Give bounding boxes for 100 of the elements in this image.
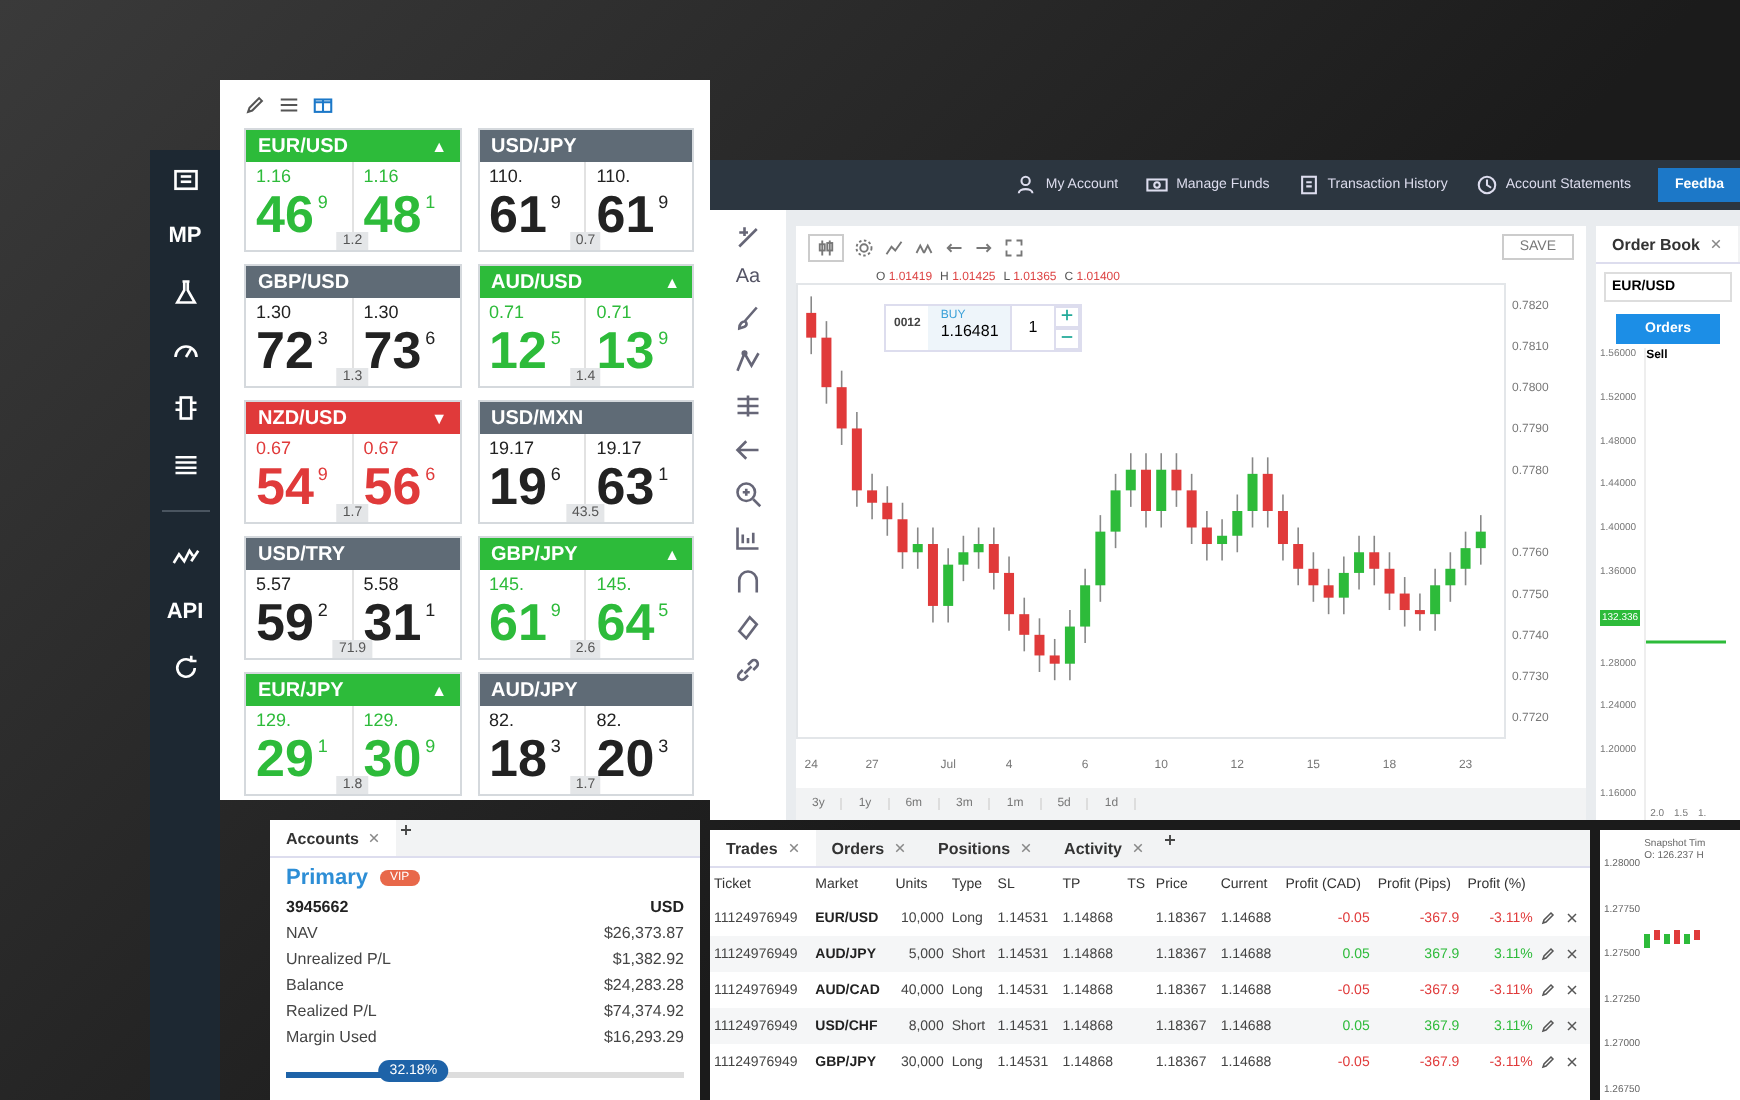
price-fraction: 3	[658, 736, 669, 756]
candlestick	[1110, 473, 1121, 550]
price-fraction: 9	[550, 192, 561, 212]
close-icon[interactable]	[1020, 842, 1033, 854]
plus-icon[interactable]	[1159, 830, 1180, 850]
price-prefix: 19.17	[489, 438, 537, 458]
accounts-tab[interactable]: Accounts	[270, 820, 397, 856]
pencil-icon[interactable]	[1540, 1054, 1557, 1070]
price-fraction: 6	[425, 464, 436, 484]
candlestick	[1186, 473, 1197, 546]
candlestick	[821, 321, 832, 406]
close-icon[interactable]	[894, 842, 907, 854]
order-book-tab[interactable]: Order Book	[1596, 226, 1739, 262]
account-label: Balance	[286, 976, 344, 994]
price-fraction: 9	[550, 600, 561, 620]
panel-tab[interactable]: Trades	[710, 830, 816, 866]
panel-tab[interactable]: Activity	[1048, 830, 1160, 866]
fullscreen-icon[interactable]	[1004, 237, 1024, 258]
candlestick	[1004, 556, 1015, 633]
pencil-icon[interactable]	[1540, 946, 1557, 962]
sidebar-item[interactable]: MP	[168, 224, 202, 248]
trend-arrow: ▲	[431, 137, 447, 155]
close-icon[interactable]	[787, 842, 800, 854]
sidebar-item[interactable]: API	[166, 600, 204, 624]
close-icon[interactable]	[368, 832, 381, 844]
price-prefix: 82.	[596, 710, 624, 730]
price-fraction: 9	[658, 192, 669, 212]
trend-arrow: ▲	[431, 681, 447, 699]
magnet-icon[interactable]	[734, 568, 762, 596]
candle-type-button[interactable]	[808, 233, 844, 262]
candlestick	[973, 527, 984, 571]
clock-icon	[1475, 174, 1498, 196]
panel-tab[interactable]: Positions	[922, 830, 1049, 866]
account-value: $26,373.87	[603, 924, 684, 942]
account-label: NAV	[286, 924, 318, 942]
increase-button[interactable]	[1053, 306, 1080, 329]
flask-icon[interactable]	[171, 278, 199, 306]
price-pips: 18	[489, 730, 547, 786]
list-icon[interactable]	[278, 93, 300, 115]
close-icon[interactable]	[1564, 946, 1581, 962]
pencil-icon[interactable]	[1540, 982, 1557, 998]
zoom-in-icon[interactable]	[734, 480, 762, 508]
close-icon[interactable]	[1564, 910, 1581, 926]
price-pips: 59	[256, 594, 314, 650]
candlestick	[1369, 535, 1380, 587]
pencil-icon[interactable]	[244, 93, 266, 115]
price-prefix: 145.	[489, 574, 527, 594]
price-pips: 64	[596, 594, 655, 650]
pair-label: USD/TRY	[258, 543, 346, 565]
decrease-button[interactable]	[1053, 328, 1080, 351]
candlestick	[1156, 453, 1167, 530]
price-prefix: 0.71	[489, 302, 527, 322]
pencil-icon[interactable]	[1540, 1018, 1557, 1034]
close-icon[interactable]	[1710, 238, 1723, 250]
close-icon[interactable]	[1564, 1054, 1581, 1070]
candlestick	[988, 527, 999, 592]
price-prefix: 129.	[256, 710, 294, 730]
close-icon[interactable]	[1131, 842, 1144, 854]
account-value: $74,374.92	[603, 1002, 684, 1020]
grid-layout-icon[interactable]	[312, 93, 334, 115]
depth-line	[1646, 640, 1727, 645]
list-icon[interactable]	[171, 452, 199, 480]
plus-icon[interactable]	[396, 820, 417, 840]
pair-label: AUD/USD	[491, 271, 583, 293]
account-currency: USD	[650, 898, 684, 916]
indicators-icon[interactable]	[884, 237, 904, 258]
pair-label: USD/MXN	[491, 407, 584, 429]
text-tool[interactable]: Aa	[735, 266, 761, 288]
newspaper-icon[interactable]	[171, 166, 199, 194]
candlestick	[1049, 639, 1060, 682]
pattern-icon[interactable]	[734, 348, 762, 376]
price-prefix: 5.58	[363, 574, 401, 594]
brush-icon[interactable]	[734, 304, 762, 332]
fibonacci-icon[interactable]	[734, 392, 762, 420]
price-fraction: 3	[317, 328, 328, 348]
close-icon[interactable]	[1564, 1018, 1581, 1034]
back-arrow-icon[interactable]	[734, 436, 762, 464]
candlestick	[1262, 457, 1273, 530]
candle-icon[interactable]	[816, 237, 836, 258]
gear-icon[interactable]	[854, 237, 874, 258]
price-fraction: 9	[425, 736, 436, 756]
price-fraction: 9	[317, 464, 328, 484]
price-pips: 72	[256, 322, 314, 378]
refresh-icon[interactable]	[171, 654, 199, 682]
panel-tab[interactable]: Orders	[815, 830, 923, 866]
candlestick	[1399, 577, 1410, 629]
price-fraction: 5	[658, 600, 669, 620]
pencil-icon[interactable]	[1540, 910, 1557, 926]
price-prefix: 1.16	[363, 166, 401, 186]
candlestick	[882, 486, 893, 538]
link-icon[interactable]	[734, 656, 762, 684]
close-icon[interactable]	[1564, 982, 1581, 998]
candlestick	[1308, 552, 1319, 604]
price-prefix: 5.57	[256, 574, 294, 594]
account-number: 3945662	[286, 898, 349, 916]
price-pips: 61	[489, 594, 547, 650]
trend-arrow: ▼	[431, 409, 447, 427]
candlestick	[836, 370, 847, 447]
document-icon	[1297, 174, 1320, 196]
price-fraction: 3	[550, 736, 561, 756]
